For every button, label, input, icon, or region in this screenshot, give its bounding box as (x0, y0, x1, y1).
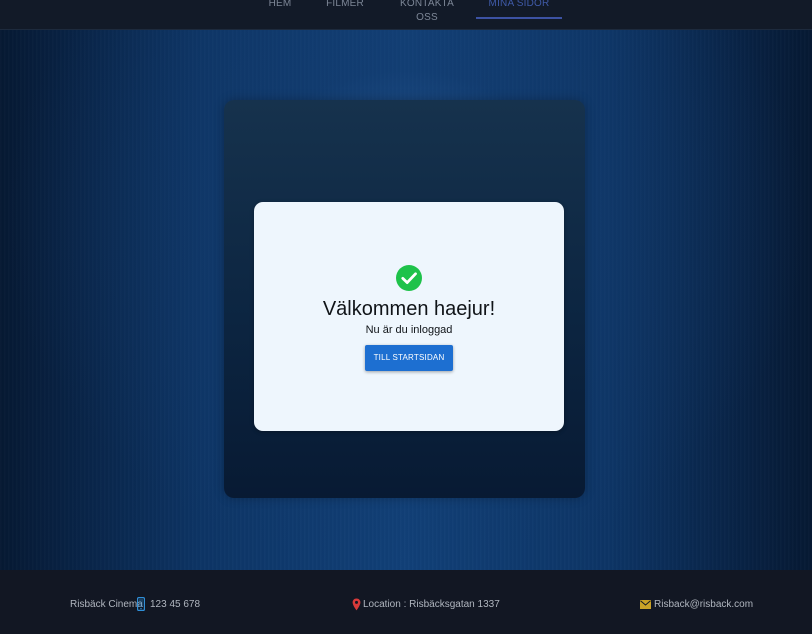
go-to-start-button[interactable]: TILL STARTSIDAN (365, 345, 453, 371)
footer-email[interactable]: Risback@risback.com (654, 599, 753, 611)
login-status-text: Nu är du inloggad (365, 324, 453, 336)
nav-item-filmer[interactable]: FILMER (326, 0, 364, 17)
footer-company-name: Risbäck Cinema (70, 599, 143, 610)
check-circle-icon (396, 265, 422, 291)
welcome-title: Välkommen haejur! (322, 298, 496, 320)
top-navbar: HEM FILMER KONTAKTA OSS MINA SIDOR (0, 0, 812, 30)
nav-item-mina-sidor[interactable]: MINA SIDOR (476, 0, 562, 19)
footer-location: Location : Risbäcksgatan 1337 (363, 599, 500, 610)
mail-icon (640, 600, 651, 609)
location-pin-icon (352, 598, 361, 611)
nav-item-kontakta-oss[interactable]: KONTAKTA OSS (391, 0, 463, 23)
phone-icon (137, 597, 145, 611)
footer-phone[interactable]: 123 45 678 (150, 599, 200, 611)
nav-item-hem[interactable]: HEM (266, 0, 294, 17)
